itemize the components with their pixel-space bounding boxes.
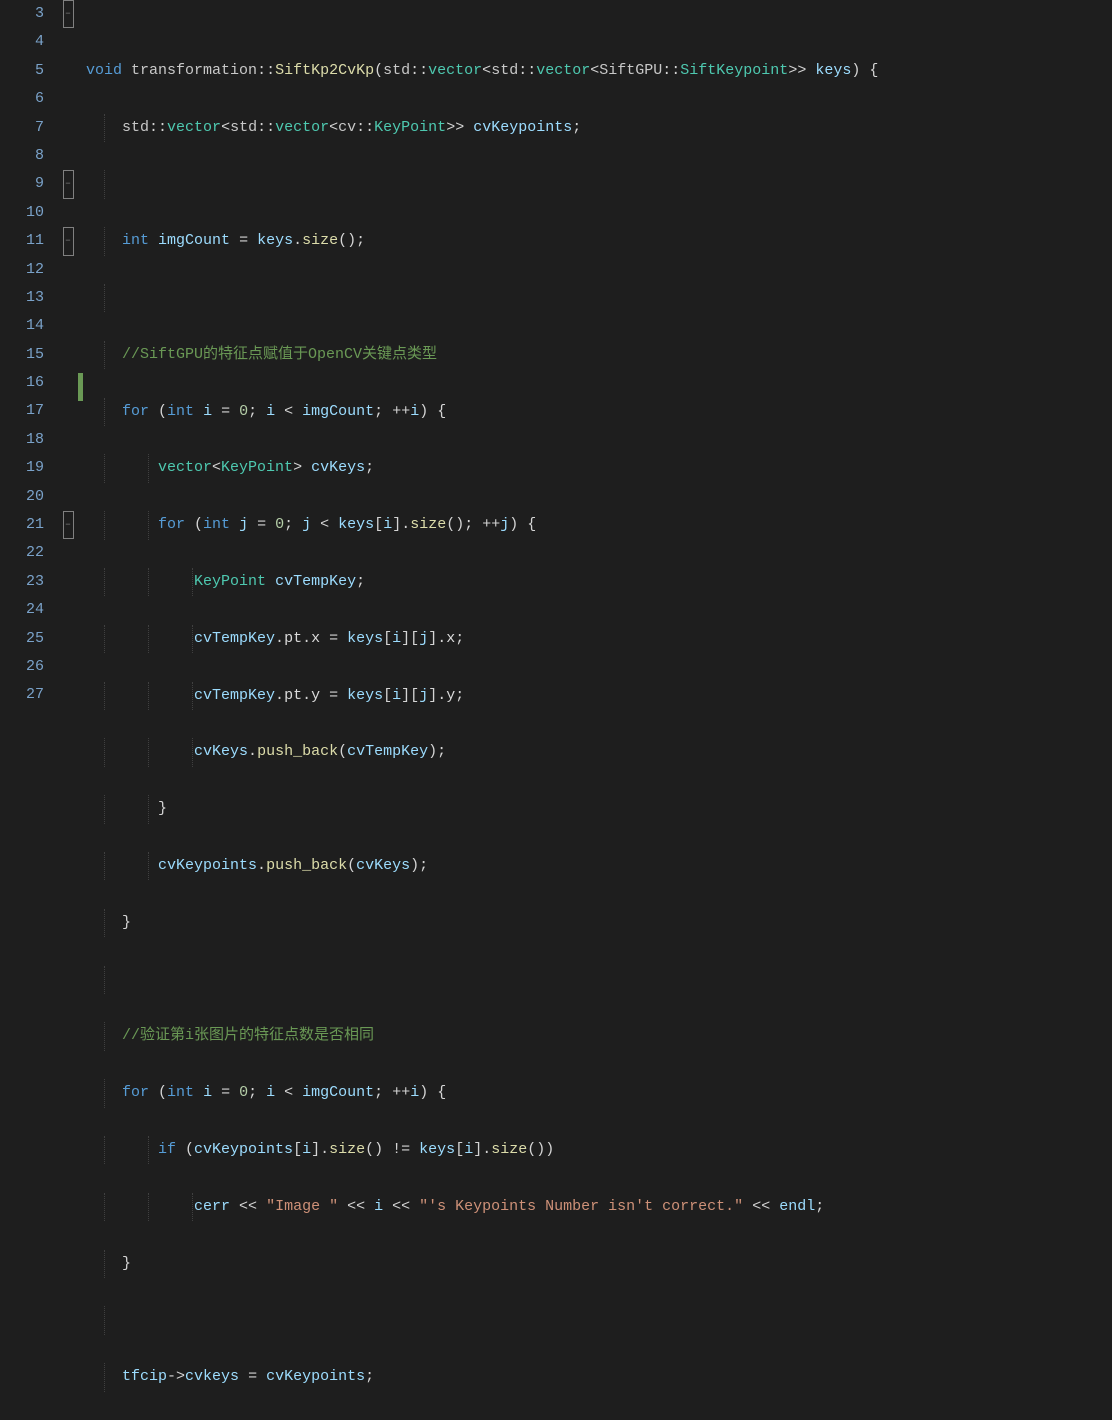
line-number: 8	[0, 142, 44, 170]
code-line-4[interactable]: std::vector<std::vector<cv::KeyPoint>> c…	[86, 114, 1112, 142]
line-number: 19	[0, 454, 44, 482]
line-number: 15	[0, 341, 44, 369]
code-line-16[interactable]: }	[86, 795, 1112, 823]
code-editor[interactable]: void transformation::SiftKp2CvKp(std::ve…	[84, 0, 1112, 710]
line-number: 18	[0, 426, 44, 454]
line-number: 10	[0, 199, 44, 227]
line-number: 20	[0, 483, 44, 511]
code-line-19[interactable]	[86, 966, 1112, 994]
line-number: 5	[0, 57, 44, 85]
code-line-5[interactable]	[86, 170, 1112, 198]
line-number-gutter: 3456789101112131415161718192021222324252…	[0, 0, 58, 710]
code-line-6[interactable]: int imgCount = keys.size();	[86, 227, 1112, 255]
line-number: 27	[0, 681, 44, 709]
line-number: 13	[0, 284, 44, 312]
code-line-20[interactable]: //验证第i张图片的特征点数是否相同	[86, 1022, 1112, 1050]
line-number: 3	[0, 0, 44, 28]
line-number: 25	[0, 625, 44, 653]
code-line-3[interactable]: void transformation::SiftKp2CvKp(std::ve…	[86, 57, 1112, 85]
code-line-8[interactable]: //SiftGPU的特征点赋值于OpenCV关键点类型	[86, 341, 1112, 369]
line-number: 22	[0, 539, 44, 567]
line-number: 23	[0, 568, 44, 596]
line-number: 24	[0, 596, 44, 624]
code-line-15[interactable]: cvKeys.push_back(cvTempKey);	[86, 738, 1112, 766]
line-number: 21	[0, 511, 44, 539]
line-number: 16	[0, 369, 44, 397]
code-line-23[interactable]: cerr << "Image " << i << "'s Keypoints N…	[86, 1193, 1112, 1221]
line-number: 11	[0, 227, 44, 255]
code-line-12[interactable]: KeyPoint cvTempKey;	[86, 568, 1112, 596]
fold-minus-icon[interactable]: −	[63, 170, 74, 198]
code-line-11[interactable]: for (int j = 0; j < keys[i].size(); ++j)…	[86, 511, 1112, 539]
code-line-22[interactable]: if (cvKeypoints[i].size() != keys[i].siz…	[86, 1136, 1112, 1164]
code-line-9[interactable]: for (int i = 0; i < imgCount; ++i) {	[86, 398, 1112, 426]
code-line-25[interactable]	[86, 1306, 1112, 1334]
fold-minus-icon[interactable]: −	[63, 227, 74, 255]
line-number: 12	[0, 256, 44, 284]
code-line-18[interactable]: }	[86, 909, 1112, 937]
code-line-17[interactable]: cvKeypoints.push_back(cvKeys);	[86, 852, 1112, 880]
line-number: 6	[0, 85, 44, 113]
code-line-24[interactable]: }	[86, 1250, 1112, 1278]
code-line-13[interactable]: cvTempKey.pt.x = keys[i][j].x;	[86, 625, 1112, 653]
code-line-7[interactable]	[86, 284, 1112, 312]
line-number: 7	[0, 114, 44, 142]
code-line-10[interactable]: vector<KeyPoint> cvKeys;	[86, 454, 1112, 482]
code-line-21[interactable]: for (int i = 0; i < imgCount; ++i) {	[86, 1079, 1112, 1107]
fold-minus-icon[interactable]: −	[63, 511, 74, 539]
change-marker	[78, 373, 83, 401]
fold-column: − − − −	[58, 0, 78, 710]
code-line-14[interactable]: cvTempKey.pt.y = keys[i][j].y;	[86, 682, 1112, 710]
line-number: 9	[0, 170, 44, 198]
line-number: 17	[0, 397, 44, 425]
line-number: 4	[0, 28, 44, 56]
line-number: 26	[0, 653, 44, 681]
line-number: 14	[0, 312, 44, 340]
code-line-26[interactable]: tfcip->cvkeys = cvKeypoints;	[86, 1363, 1112, 1391]
fold-minus-icon[interactable]: −	[63, 0, 74, 28]
